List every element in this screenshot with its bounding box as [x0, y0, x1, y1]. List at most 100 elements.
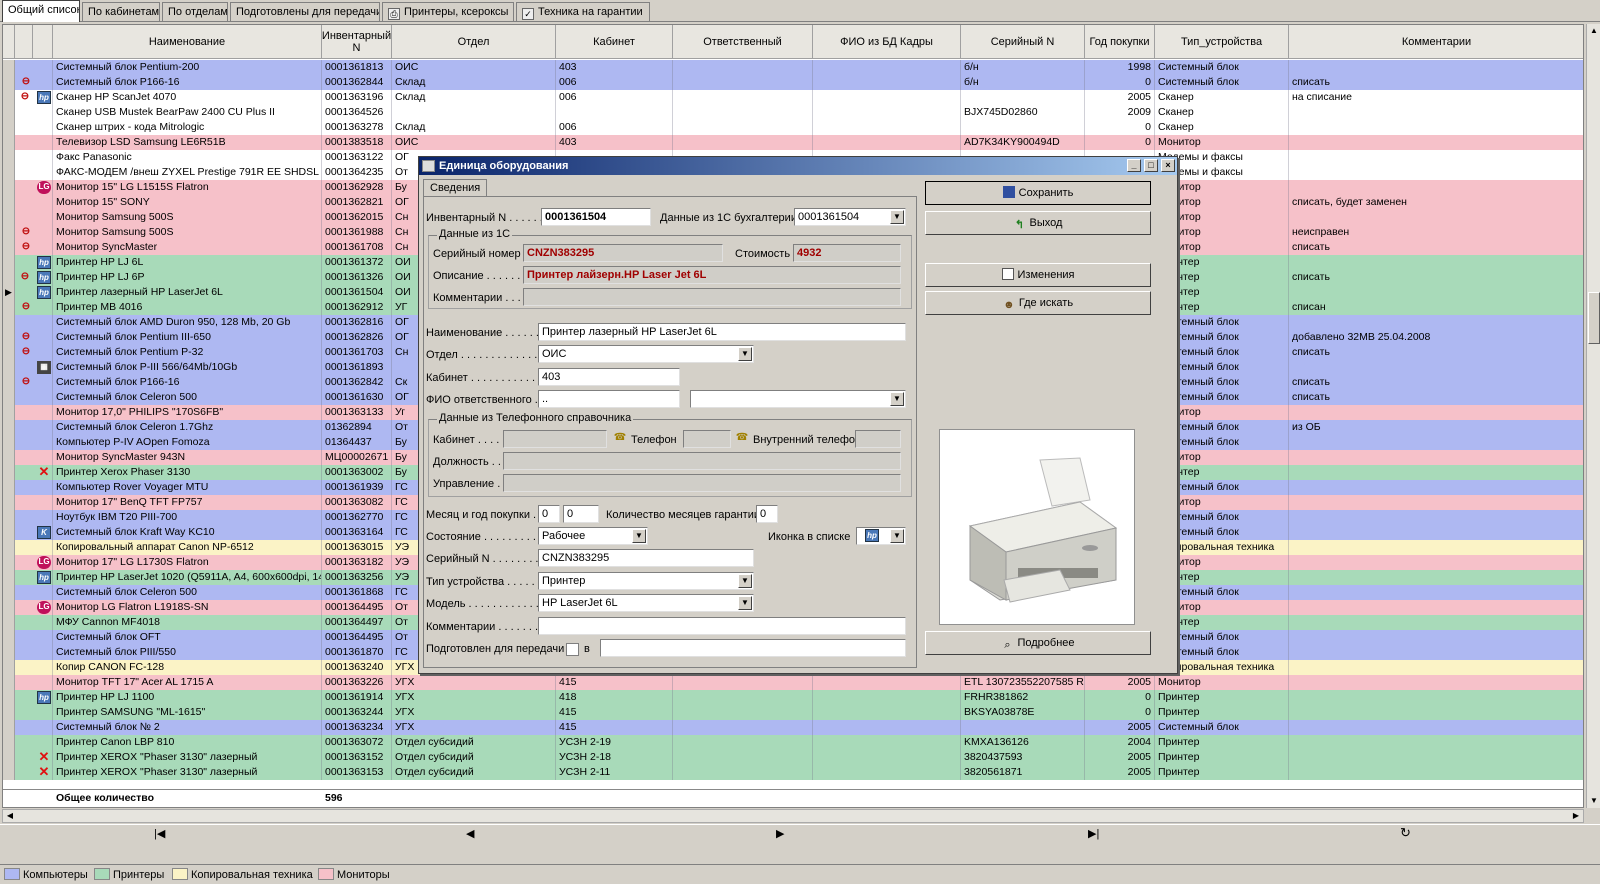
- row-indicator[interactable]: [3, 405, 15, 420]
- state-select[interactable]: Рабочее ▼: [538, 527, 648, 545]
- row-indicator[interactable]: [3, 585, 15, 600]
- row-indicator[interactable]: [3, 570, 15, 585]
- exit-button[interactable]: ↰ Выход: [925, 211, 1151, 235]
- header-serial[interactable]: Серийный N: [961, 25, 1085, 59]
- row-indicator[interactable]: [3, 600, 15, 615]
- nav-first-button[interactable]: |◀: [154, 827, 165, 840]
- row-indicator[interactable]: [3, 615, 15, 630]
- scroll-down-arrow-icon[interactable]: ▼: [1588, 794, 1600, 808]
- row-indicator[interactable]: [3, 75, 15, 90]
- row-indicator[interactable]: [3, 345, 15, 360]
- list-icon-select[interactable]: hp ▼: [856, 527, 906, 545]
- inventory-number-field[interactable]: 0001361504: [541, 208, 651, 226]
- changes-button[interactable]: Изменения: [925, 263, 1151, 287]
- tab-by-departments[interactable]: По отделам: [162, 2, 228, 21]
- row-indicator[interactable]: ▶: [3, 285, 15, 300]
- tab-details[interactable]: Сведения: [423, 179, 488, 197]
- header-comments[interactable]: Комментарии: [1289, 25, 1583, 59]
- row-indicator[interactable]: [3, 390, 15, 405]
- maximize-icon[interactable]: □: [1144, 159, 1158, 172]
- chevron-down-icon[interactable]: ▼: [738, 347, 752, 361]
- purchase-month-field[interactable]: 0: [538, 505, 560, 523]
- row-indicator[interactable]: [3, 90, 15, 105]
- where-to-find-button[interactable]: ☻ Где искать: [925, 291, 1151, 315]
- table-row[interactable]: Принтер SAMSUNG "ML-1615" 0001363244 УГХ 41…: [3, 705, 1583, 720]
- row-indicator[interactable]: [3, 465, 15, 480]
- row-indicator[interactable]: [3, 435, 15, 450]
- scroll-left-arrow-icon[interactable]: ◀: [3, 810, 17, 822]
- table-row[interactable]: Сканер штрих - кода Mitrologic 0001363278…: [3, 120, 1583, 135]
- row-indicator[interactable]: [3, 705, 15, 720]
- row-indicator[interactable]: [3, 495, 15, 510]
- table-row[interactable]: ✕ Принтер XEROX "Phaser 3130" лазерный 000…: [3, 750, 1583, 765]
- table-row[interactable]: hp Принтер HP LJ 1100 0001361914 УГХ 418 FRHR…: [3, 690, 1583, 705]
- row-indicator[interactable]: [3, 690, 15, 705]
- prepared-to-field[interactable]: [600, 639, 906, 657]
- chevron-down-icon[interactable]: ▼: [890, 529, 904, 543]
- vertical-scroll-thumb[interactable]: [1588, 292, 1600, 344]
- row-indicator[interactable]: [3, 135, 15, 150]
- table-row[interactable]: Принтер Canon LBP 810 0001363072 Отдел суб…: [3, 735, 1583, 750]
- table-row[interactable]: Сканер USB Mustek BearPaw 2400 CU Plus I…: [3, 105, 1583, 120]
- row-indicator[interactable]: [3, 225, 15, 240]
- row-indicator[interactable]: [3, 375, 15, 390]
- row-indicator[interactable]: [3, 510, 15, 525]
- header-room[interactable]: Кабинет: [556, 25, 673, 59]
- header-purchase-year[interactable]: Год покупки: [1085, 25, 1155, 59]
- table-row[interactable]: Монитор TFT 17" Acer AL 1715 A 0001363226…: [3, 675, 1583, 690]
- row-indicator[interactable]: [3, 480, 15, 495]
- responsible-select[interactable]: ▼: [690, 390, 906, 408]
- header-responsible[interactable]: Ответственный: [673, 25, 813, 59]
- chevron-down-icon[interactable]: ▼: [890, 210, 904, 224]
- row-indicator[interactable]: [3, 645, 15, 660]
- table-row[interactable]: ⊖ Системный блок P166-16 0001362844 Склад 00…: [3, 75, 1583, 90]
- row-indicator[interactable]: [3, 270, 15, 285]
- row-indicator[interactable]: [3, 750, 15, 765]
- row-indicator[interactable]: [3, 330, 15, 345]
- row-indicator[interactable]: [3, 240, 15, 255]
- row-indicator[interactable]: [3, 180, 15, 195]
- table-row[interactable]: ✕ Принтер XEROX "Phaser 3130" лазерный 000…: [3, 765, 1583, 780]
- row-indicator[interactable]: [3, 735, 15, 750]
- comments-field[interactable]: [538, 617, 906, 635]
- row-indicator[interactable]: [3, 555, 15, 570]
- row-indicator[interactable]: [3, 120, 15, 135]
- save-button[interactable]: Сохранить: [925, 181, 1151, 205]
- data-1c-select[interactable]: 0001361504 ▼: [794, 208, 906, 226]
- more-details-button[interactable]: ⌕ Подробнее: [925, 631, 1151, 655]
- scroll-up-arrow-icon[interactable]: ▲: [1588, 24, 1600, 38]
- header-inventory-number[interactable]: Инвентарный N: [322, 25, 392, 59]
- nav-last-button[interactable]: ▶|: [1088, 827, 1099, 840]
- dialog-titlebar[interactable]: Единица оборудования _ □ ×: [419, 157, 1177, 175]
- nav-next-button[interactable]: ▶: [776, 827, 784, 840]
- warranty-months-field[interactable]: 0: [756, 505, 778, 523]
- chevron-down-icon[interactable]: ▼: [738, 574, 752, 588]
- row-indicator[interactable]: [3, 720, 15, 735]
- device-type-select[interactable]: Принтер ▼: [538, 572, 754, 590]
- row-indicator[interactable]: [3, 630, 15, 645]
- chevron-down-icon[interactable]: ▼: [738, 596, 752, 610]
- table-row[interactable]: ⊖ hp Сканер HP ScanJet 4070 0001363196 Склад…: [3, 90, 1583, 105]
- table-row[interactable]: Системный блок Pentium-200 0001361813 ОИС 4…: [3, 60, 1583, 75]
- name-field[interactable]: Принтер лазерный HP LaserJet 6L: [538, 323, 906, 341]
- header-name[interactable]: Наименование: [53, 25, 322, 59]
- row-indicator[interactable]: [3, 300, 15, 315]
- minimize-icon[interactable]: _: [1127, 159, 1141, 172]
- horizontal-scrollbar[interactable]: ◀ ▶: [2, 809, 1584, 823]
- row-indicator[interactable]: [3, 525, 15, 540]
- row-indicator[interactable]: [3, 660, 15, 675]
- row-indicator[interactable]: [3, 165, 15, 180]
- row-indicator[interactable]: [3, 210, 15, 225]
- tab-by-rooms[interactable]: По кабинетам: [82, 2, 160, 21]
- row-indicator[interactable]: [3, 60, 15, 75]
- prepared-for-transfer-checkbox[interactable]: [566, 643, 579, 656]
- row-indicator[interactable]: [3, 765, 15, 780]
- scroll-right-arrow-icon[interactable]: ▶: [1569, 810, 1583, 822]
- row-indicator[interactable]: [3, 150, 15, 165]
- header-department[interactable]: Отдел: [392, 25, 556, 59]
- responsible-field[interactable]: ..: [538, 390, 680, 408]
- tab-printers-copiers[interactable]: ⎙ Принтеры, ксерокcы: [382, 2, 514, 21]
- row-indicator[interactable]: [3, 105, 15, 120]
- row-indicator[interactable]: [3, 675, 15, 690]
- tab-general-list[interactable]: Общий список: [2, 0, 80, 22]
